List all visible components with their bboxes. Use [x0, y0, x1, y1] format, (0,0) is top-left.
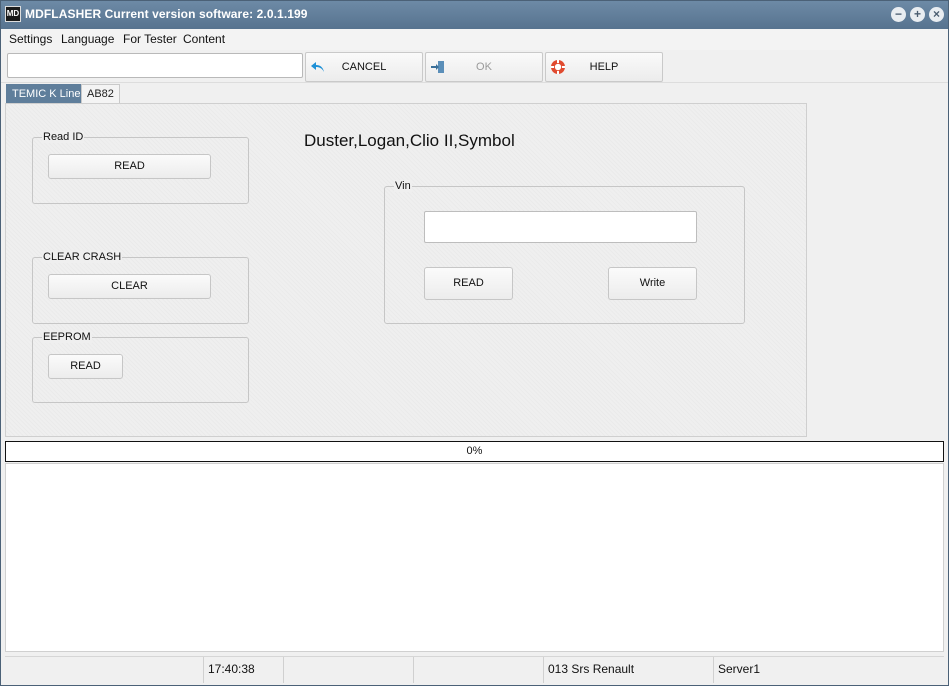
app-logo-icon: MD [5, 6, 21, 22]
title-bar[interactable]: MD MDFLASHER Current version software: 2… [1, 1, 948, 29]
cancel-button[interactable]: CANCEL [305, 52, 423, 82]
status-cell-empty-3 [414, 657, 544, 683]
status-time: 17:40:38 [204, 657, 284, 683]
cancel-label: CANCEL [341, 61, 387, 73]
minimize-icon[interactable]: − [891, 7, 906, 22]
status-cell-empty-1 [5, 657, 204, 683]
toolbar: CANCEL OK HELP [1, 50, 948, 83]
eeprom-read-button[interactable]: READ [48, 354, 123, 379]
ok-label: OK [476, 61, 492, 73]
menu-settings[interactable]: Settings [9, 32, 52, 46]
maximize-icon[interactable]: + [910, 7, 925, 22]
log-area[interactable] [5, 463, 944, 652]
window-title: MDFLASHER Current version software: 2.0.… [25, 7, 308, 21]
status-bar: 17:40:38 013 Srs Renault Server1 [5, 656, 944, 683]
status-module: 013 Srs Renault [544, 657, 714, 683]
toolbar-input[interactable] [7, 53, 303, 78]
status-cell-empty-2 [284, 657, 414, 683]
menu-for-tester[interactable]: For Tester [123, 32, 177, 46]
vin-read-button[interactable]: READ [424, 267, 513, 300]
menu-language[interactable]: Language [61, 32, 114, 46]
menu-content[interactable]: Content [183, 32, 225, 46]
eeprom-group-title: EEPROM [42, 331, 92, 343]
vin-group-title: Vin [394, 180, 412, 192]
progress-bar: 0% [5, 441, 944, 462]
vin-input[interactable] [424, 211, 697, 243]
tab-ab82[interactable]: AB82 [81, 84, 120, 103]
vin-write-button[interactable]: Write [608, 267, 697, 300]
tab-temic-k-line[interactable]: TEMIC K Line [6, 84, 87, 103]
help-label: HELP [589, 61, 619, 73]
app-window: MD MDFLASHER Current version software: 2… [0, 0, 949, 686]
menu-bar: Settings Language For Tester Content [1, 29, 948, 50]
close-icon[interactable]: × [929, 7, 944, 22]
help-button[interactable]: HELP [545, 52, 663, 82]
progress-text: 0% [466, 445, 483, 457]
vehicle-models-label: Duster,Logan,Clio II,Symbol [304, 131, 515, 150]
clear-crash-button[interactable]: CLEAR [48, 274, 211, 299]
read-id-group-title: Read ID [42, 131, 85, 143]
status-server: Server1 [718, 662, 761, 676]
read-id-button[interactable]: READ [48, 154, 211, 179]
clear-crash-group-title: CLEAR CRASH [42, 251, 123, 263]
vin-group [384, 186, 745, 324]
ok-button[interactable]: OK [425, 52, 543, 82]
